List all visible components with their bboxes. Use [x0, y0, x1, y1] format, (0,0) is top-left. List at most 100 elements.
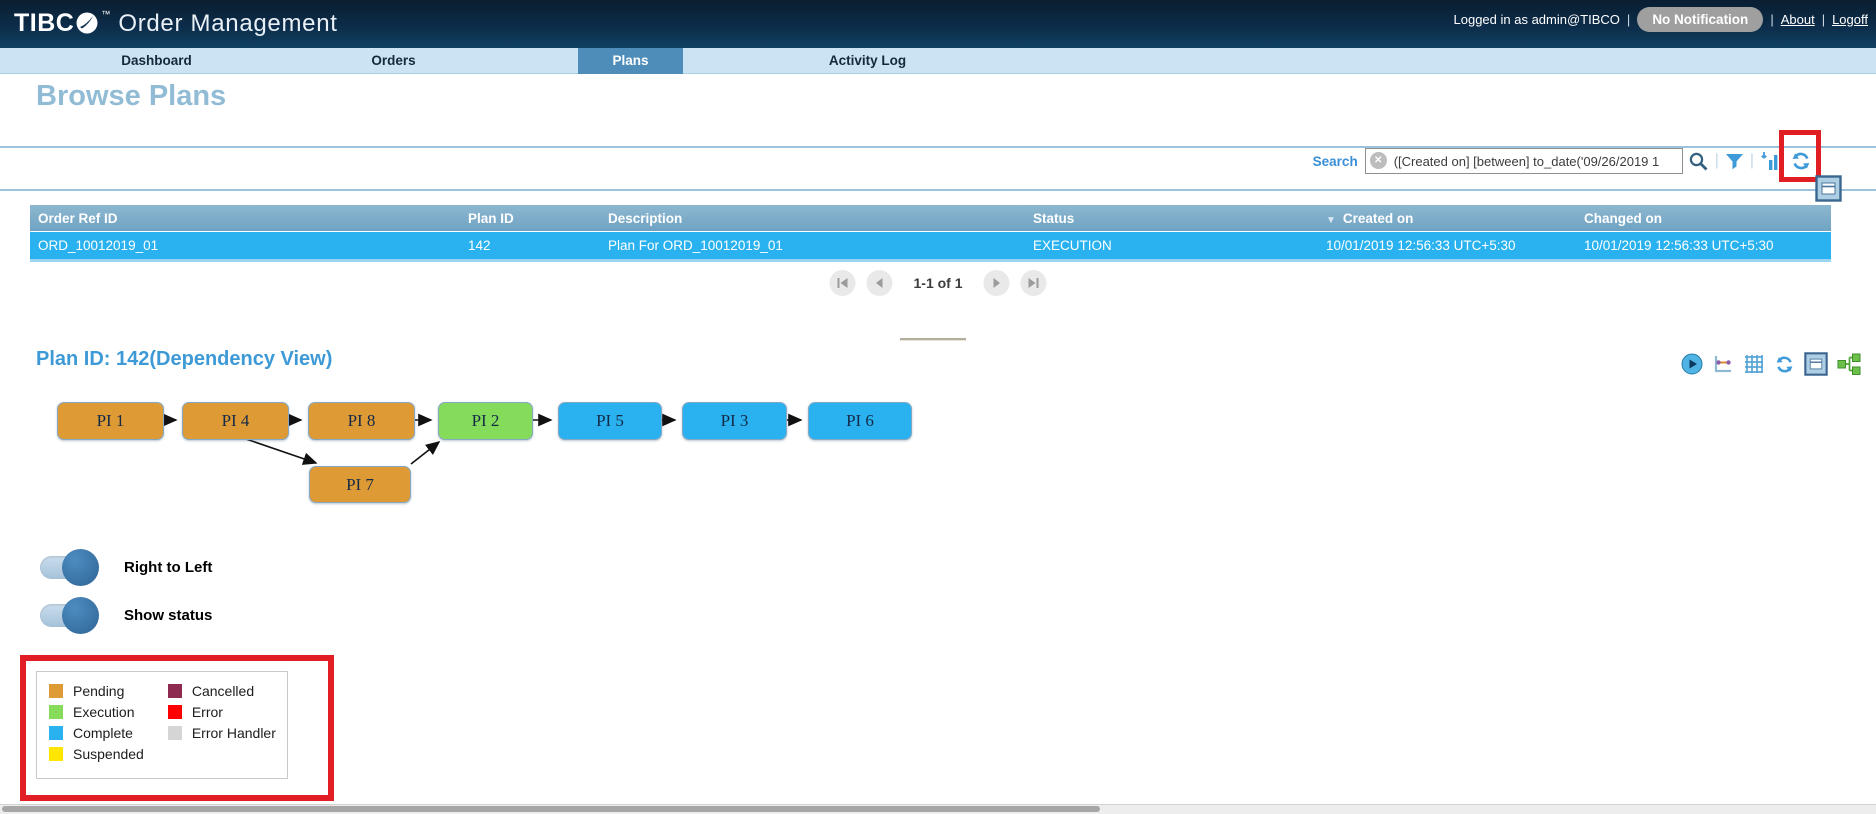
toggle-track	[40, 549, 99, 586]
column-header-description[interactable]: Description	[600, 211, 1025, 226]
graph-node-pi-8[interactable]: PI 8	[308, 402, 415, 440]
scrollbar-thumb[interactable]	[2, 806, 1100, 812]
pagination-first-button[interactable]	[829, 270, 856, 296]
pagination-next-button[interactable]	[983, 270, 1010, 296]
tab-plans[interactable]: Plans	[512, 48, 749, 74]
play-icon[interactable]	[1681, 353, 1703, 375]
cell-order-ref-id: ORD_10012019_01	[38, 238, 159, 253]
legend-item-suspended: Suspended	[49, 746, 144, 762]
separator: |	[1626, 12, 1631, 27]
legend-item-error-handler: Error Handler	[167, 725, 276, 741]
toggle-right-to-left[interactable]: Right to Left	[40, 549, 213, 586]
section-divider	[900, 338, 966, 341]
table-row[interactable]: ORD_10012019_01 142 Plan For ORD_1001201…	[30, 232, 1831, 262]
search-bar: Search ✕ | |	[1313, 147, 1812, 175]
export-report-icon[interactable]	[1760, 151, 1785, 171]
pagination-prev-button[interactable]	[866, 270, 893, 296]
execution-swatch	[49, 705, 63, 719]
tibco-wordmark: TIBC	[14, 9, 75, 37]
toggle-knob	[62, 549, 99, 586]
pagination-status: 1-1 of 1	[913, 275, 963, 291]
browse-plans-page: TIBC ™ Order Management Logged in as adm…	[0, 0, 1876, 814]
tibco-logo: TIBC ™ Order Management	[14, 7, 338, 40]
separator: |	[1821, 12, 1826, 27]
legend-item-execution: Execution	[49, 704, 144, 720]
toggle-track	[40, 597, 99, 634]
plans-table: Order Ref ID Plan ID Description Status …	[30, 205, 1831, 262]
panel-icon[interactable]	[1804, 352, 1828, 376]
grid-icon[interactable]	[1743, 353, 1765, 375]
separator: |	[1770, 12, 1774, 27]
notification-badge[interactable]: No Notification	[1637, 7, 1764, 32]
column-header-status[interactable]: Status	[1025, 211, 1318, 226]
cell-changed-on: 10/01/2019 12:56:33 UTC+5:30	[1584, 238, 1774, 253]
tree-view-icon[interactable]	[1837, 353, 1862, 376]
separator: |	[1749, 152, 1754, 169]
toggle-show-status[interactable]: Show status	[40, 597, 213, 634]
refresh-plan-icon[interactable]	[1774, 354, 1795, 375]
toggle-label: Show status	[124, 607, 213, 624]
column-header-changed-on[interactable]: Changed on	[1576, 211, 1831, 226]
trademark-symbol: ™	[101, 9, 111, 19]
plan-view-toolbar	[1681, 352, 1862, 376]
refresh-icon[interactable]	[1790, 150, 1812, 172]
legend-item-pending: Pending	[49, 683, 144, 699]
page-title: Browse Plans	[36, 80, 227, 112]
table-header-row: Order Ref ID Plan ID Description Status …	[30, 205, 1831, 231]
error-handler-swatch	[167, 726, 182, 740]
search-input[interactable]	[1391, 150, 1682, 172]
error-swatch	[167, 705, 182, 719]
pagination: 1-1 of 1	[829, 270, 1047, 296]
legend-item-error: Error	[167, 704, 276, 720]
dependency-graph: PI 1 PI 4 PI 8 PI 2 PI 5 PI 3 PI 6 PI 7	[40, 394, 960, 512]
cell-created-on: 10/01/2019 12:56:33 UTC+5:30	[1326, 238, 1516, 253]
cell-status: EXECUTION	[1033, 238, 1112, 253]
search-icon[interactable]	[1688, 151, 1709, 172]
plan-view-title: Plan ID: 142(Dependency View)	[36, 348, 333, 370]
tab-activity-log[interactable]: Activity Log	[749, 48, 986, 73]
cell-description: Plan For ORD_10012019_01	[608, 238, 783, 253]
header-user-area: Logged in as admin@TIBCO | No Notificati…	[1454, 7, 1868, 32]
graph-node-pi-6[interactable]: PI 6	[808, 402, 912, 440]
graph-node-pi-5[interactable]: PI 5	[558, 402, 662, 440]
sort-desc-icon: ▼	[1326, 214, 1336, 226]
tab-orders[interactable]: Orders	[275, 48, 512, 73]
pending-swatch	[49, 684, 63, 698]
app-header: TIBC ™ Order Management Logged in as adm…	[0, 0, 1876, 48]
search-box: ✕	[1364, 148, 1683, 174]
column-header-plan-id[interactable]: Plan ID	[460, 211, 600, 226]
graph-node-pi-3[interactable]: PI 3	[682, 402, 787, 440]
timeline-icon[interactable]	[1712, 353, 1734, 375]
graph-node-pi-7[interactable]: PI 7	[309, 466, 411, 503]
legend-column-2: Cancelled Error Error Handler	[167, 683, 276, 778]
collapse-panel-icon[interactable]	[1815, 175, 1842, 207]
suspended-swatch	[49, 747, 63, 761]
tibco-o-swoosh-icon	[75, 11, 99, 40]
cancelled-swatch	[167, 684, 182, 698]
logged-in-text: Logged in as admin@TIBCO	[1453, 12, 1620, 27]
column-header-order-ref-id[interactable]: Order Ref ID	[30, 211, 460, 226]
product-name: Order Management	[118, 10, 338, 37]
about-link[interactable]: About	[1781, 12, 1815, 27]
horizontal-divider	[0, 189, 1876, 191]
pagination-last-button[interactable]	[1020, 270, 1047, 296]
graph-node-pi-4[interactable]: PI 4	[182, 402, 289, 440]
toggle-label: Right to Left	[124, 559, 213, 576]
toggle-knob	[62, 597, 99, 634]
legend-item-complete: Complete	[49, 725, 144, 741]
legend-item-cancelled: Cancelled	[167, 683, 276, 699]
status-legend: Pending Execution Complete Suspended Can…	[36, 671, 288, 779]
filter-icon[interactable]	[1725, 152, 1744, 171]
legend-column-1: Pending Execution Complete Suspended	[49, 683, 144, 778]
cell-plan-id: 142	[468, 238, 491, 253]
tab-dashboard[interactable]: Dashboard	[38, 48, 275, 73]
main-nav: Dashboard Orders Plans Activity Log	[0, 48, 1876, 74]
graph-node-pi-1[interactable]: PI 1	[57, 402, 164, 440]
clear-search-icon[interactable]: ✕	[1369, 152, 1387, 169]
column-header-created-on[interactable]: ▼ Created on	[1318, 211, 1576, 226]
graph-node-pi-2[interactable]: PI 2	[438, 402, 533, 440]
separator: |	[1714, 152, 1719, 169]
logoff-link[interactable]: Logoff	[1832, 12, 1868, 27]
complete-swatch	[49, 726, 63, 740]
search-label: Search	[1312, 153, 1358, 169]
